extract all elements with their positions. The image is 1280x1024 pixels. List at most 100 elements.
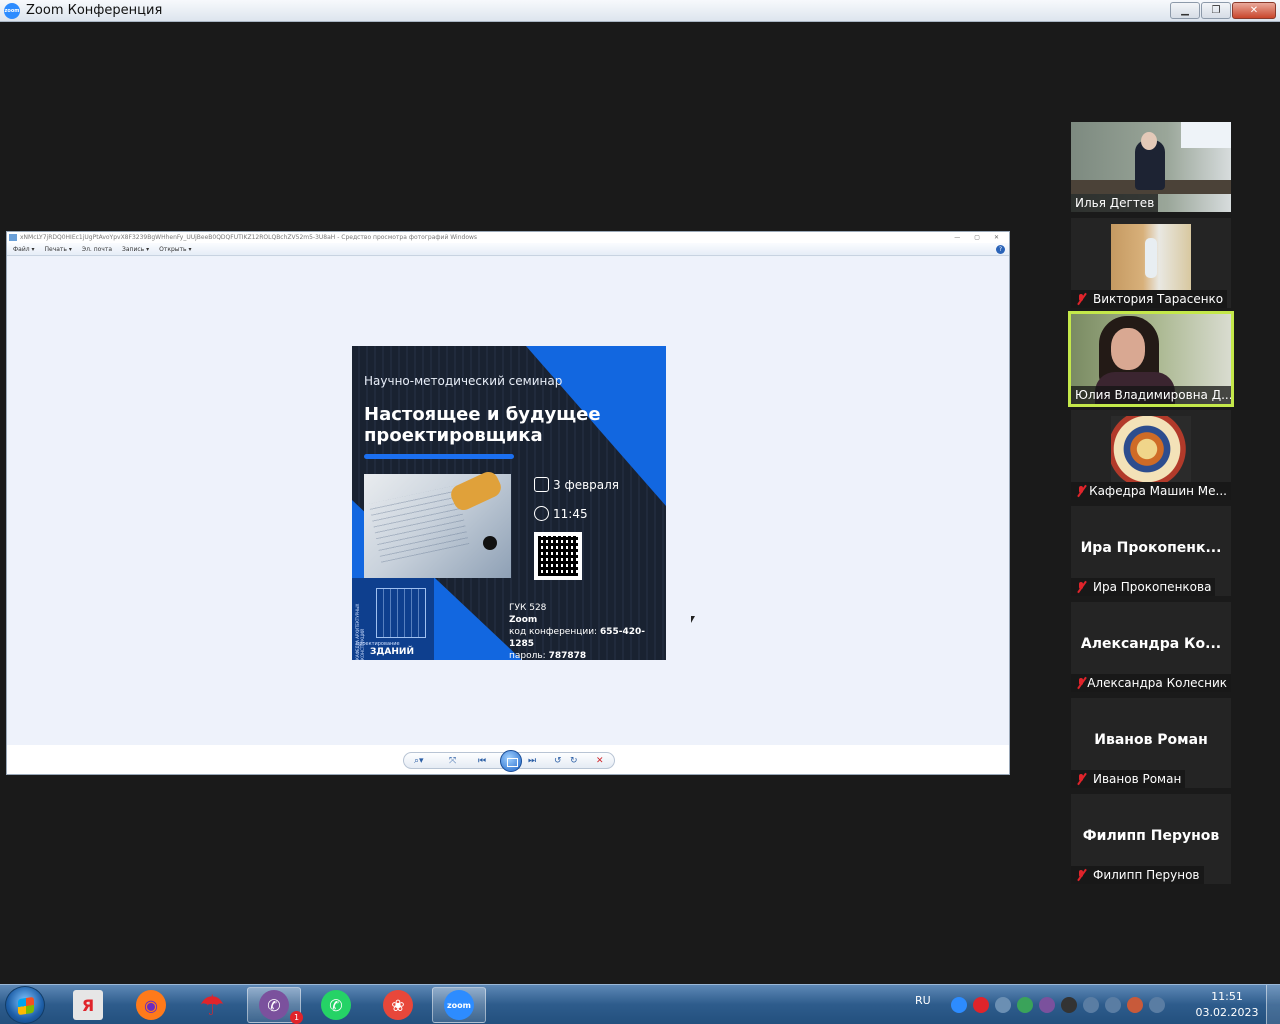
zoom-titlebar: zoom Zoom Конференция ▁ ❐ ✕ [0,0,1280,22]
poster-date-text: 3 февраля [553,477,620,492]
participant-name: Илья Дегтев [1071,194,1159,212]
poster-title: Настоящее и будущее проектировщика [364,404,601,446]
viewer-titlebar: xNMcLY7jRDQ0HIEc1jUgPtAvoYpvX8F3239BgWHh… [7,232,1009,243]
menu-email[interactable]: Эл. почта [82,246,112,253]
qr-code [534,532,582,580]
participant-name-text: Филипп Перунов [1093,868,1200,882]
participant-tile[interactable]: Иванов Роман Иванов Роман [1071,698,1231,788]
participant-tile[interactable]: Илья Дегтев [1071,122,1231,212]
actual-size-icon[interactable]: ⤧ [449,754,456,768]
slideshow-button[interactable] [500,750,522,772]
zoom-logo-icon: zoom [4,2,20,19]
viewer-title: xNMcLY7jRDQ0HIEc1jUgPtAvoYpvX8F3239BgWHh… [20,234,478,241]
menu-file[interactable]: Файл ▾ [13,246,35,253]
conference-password: пароль: 787878 [509,650,666,660]
viewer-minimize-button[interactable]: — [954,234,960,241]
clock-date: 03.02.2023 [1195,1006,1259,1019]
minimize-button[interactable]: ▁ [1170,2,1200,19]
sync-tray-icon[interactable] [994,997,1011,1013]
password-label: пароль: [509,651,546,660]
menu-open[interactable]: Открыть ▾ [159,246,191,253]
menu-burn[interactable]: Запись ▾ [122,246,149,253]
language-indicator[interactable]: RU [915,994,931,1007]
photo-viewer-icon [9,234,17,241]
zoom-tray-icon[interactable] [950,997,967,1013]
show-desktop-button[interactable] [1266,985,1280,1024]
viewer-maximize-button[interactable]: ▢ [974,234,980,241]
delete-icon[interactable]: ✕ [596,754,604,768]
participant-name: Виктория Тарасенко [1071,290,1228,308]
person-shape [1145,238,1157,278]
previous-icon[interactable]: ⏮ [478,754,486,768]
windows-logo-icon [18,996,34,1016]
seminar-poster: Научно-методический семинар Настоящее и … [352,346,666,660]
participant-name: Ира Прокопенкова [1071,578,1216,596]
yandex-browser-icon: Я [73,990,103,1020]
participant-tile[interactable]: Филипп Перунов Филипп Перунов [1071,794,1231,884]
dept-label: ЗДАНИЙ [370,647,414,657]
mic-muted-icon [1075,677,1084,689]
start-button[interactable] [5,986,45,1024]
yandex-tray-icon[interactable] [972,997,989,1013]
poster-subtitle: Научно-методический семинар [364,374,563,388]
window-controls: ▁ ❐ ✕ [1170,2,1276,19]
participant-tile-active-speaker[interactable]: Юлия Владимировна Д... [1068,311,1234,407]
participant-name: Филипп Перунов [1071,866,1204,884]
department-logo: КАФЕДРА АРХИТЕКТУРНЫХ КОНСТРУКЦИЙ проект… [352,578,434,660]
participant-name-text: Илья Дегтев [1075,196,1155,210]
participant-name: Иванов Роман [1071,770,1186,788]
rotate-right-icon[interactable]: ↻ [570,754,578,768]
taskbar-app-viber[interactable]: ✆ 1 [247,987,303,1024]
mic-muted-icon [1075,581,1087,593]
participant-name-text: Ира Прокопенкова [1093,580,1212,594]
close-button[interactable]: ✕ [1232,2,1276,19]
taskbar-app-screenshot-tool[interactable]: ❀ [371,987,425,1023]
system-tray: RU [915,985,1165,1024]
security-tray-icon[interactable] [1016,997,1033,1013]
system-clock[interactable]: 11:51 03.02.2023 [1192,989,1262,1021]
participant-tile[interactable]: Александра Ко... Александра Колесник [1071,602,1231,692]
participant-name-text: Кафедра Машин Ме... [1089,484,1227,498]
taskbar: Я ◉ ☂ ✆ 1 ✆ ❀ zoom RU 11:51 03.02.2023 [0,984,1280,1024]
participant-name-text: Александра Колесник [1087,676,1227,690]
zoom-icon[interactable]: ⌕▾ [414,754,424,768]
face-shape [1111,328,1145,370]
taskbar-app-zoom[interactable]: zoom [432,987,486,1023]
venue-room: ГУК 528 [509,603,547,613]
window-title: Zoom Конференция [26,3,163,18]
venue-platform: Zoom [509,614,666,626]
participant-tile[interactable]: Кафедра Машин Ме... [1071,410,1231,500]
menu-print[interactable]: Печать ▾ [45,246,72,253]
department-emblem [1111,416,1191,482]
mic-muted-icon [1075,869,1087,881]
screen-shape [1181,122,1231,148]
action-center-flag-icon[interactable] [1148,997,1165,1013]
signal-icon[interactable] [1104,997,1121,1013]
conf-code-label: код конференции: [509,627,598,637]
poster-photo [364,468,511,578]
participant-tile[interactable]: Ира Прокопенк... Ира Прокопенкова [1071,506,1231,596]
volume-icon[interactable] [1082,997,1099,1013]
restore-button[interactable]: ❐ [1201,2,1231,19]
dept-side-text: КАФЕДРА АРХИТЕКТУРНЫХ КОНСТРУКЦИЙ [355,603,365,660]
mic-muted-icon [1075,485,1084,497]
taskbar-app-whatsapp[interactable]: ✆ [309,987,363,1023]
participant-name: Юлия Владимировна Д... [1071,386,1231,404]
participant-tile[interactable]: Виктория Тарасенко [1071,218,1231,308]
help-icon[interactable]: ? [996,244,1005,254]
rotate-left-icon[interactable]: ↺ [554,754,562,768]
taskbar-app-yandex-browser[interactable]: Я [61,987,115,1023]
next-icon[interactable]: ⏭ [528,754,536,768]
viewer-close-button[interactable]: ✕ [994,234,999,241]
qr-code-pattern [538,536,578,576]
viber-tray-icon[interactable] [1038,997,1055,1013]
taskbar-app-umbrella[interactable]: ☂ [185,987,239,1023]
taskbar-app-firefox[interactable]: ◉ [124,987,178,1023]
mic-muted-icon [1075,293,1087,305]
viewer-controls: ⌕▾ ⤧ ⏮ ⏭ ↺ ↻ ✕ [403,750,615,772]
password-value: 787878 [548,651,587,660]
network-tray-icon[interactable] [1060,997,1077,1013]
participant-display-name: Ира Прокопенк... [1080,540,1222,556]
display-tray-icon[interactable] [1126,997,1143,1013]
participant-display-name: Филипп Перунов [1082,828,1220,844]
